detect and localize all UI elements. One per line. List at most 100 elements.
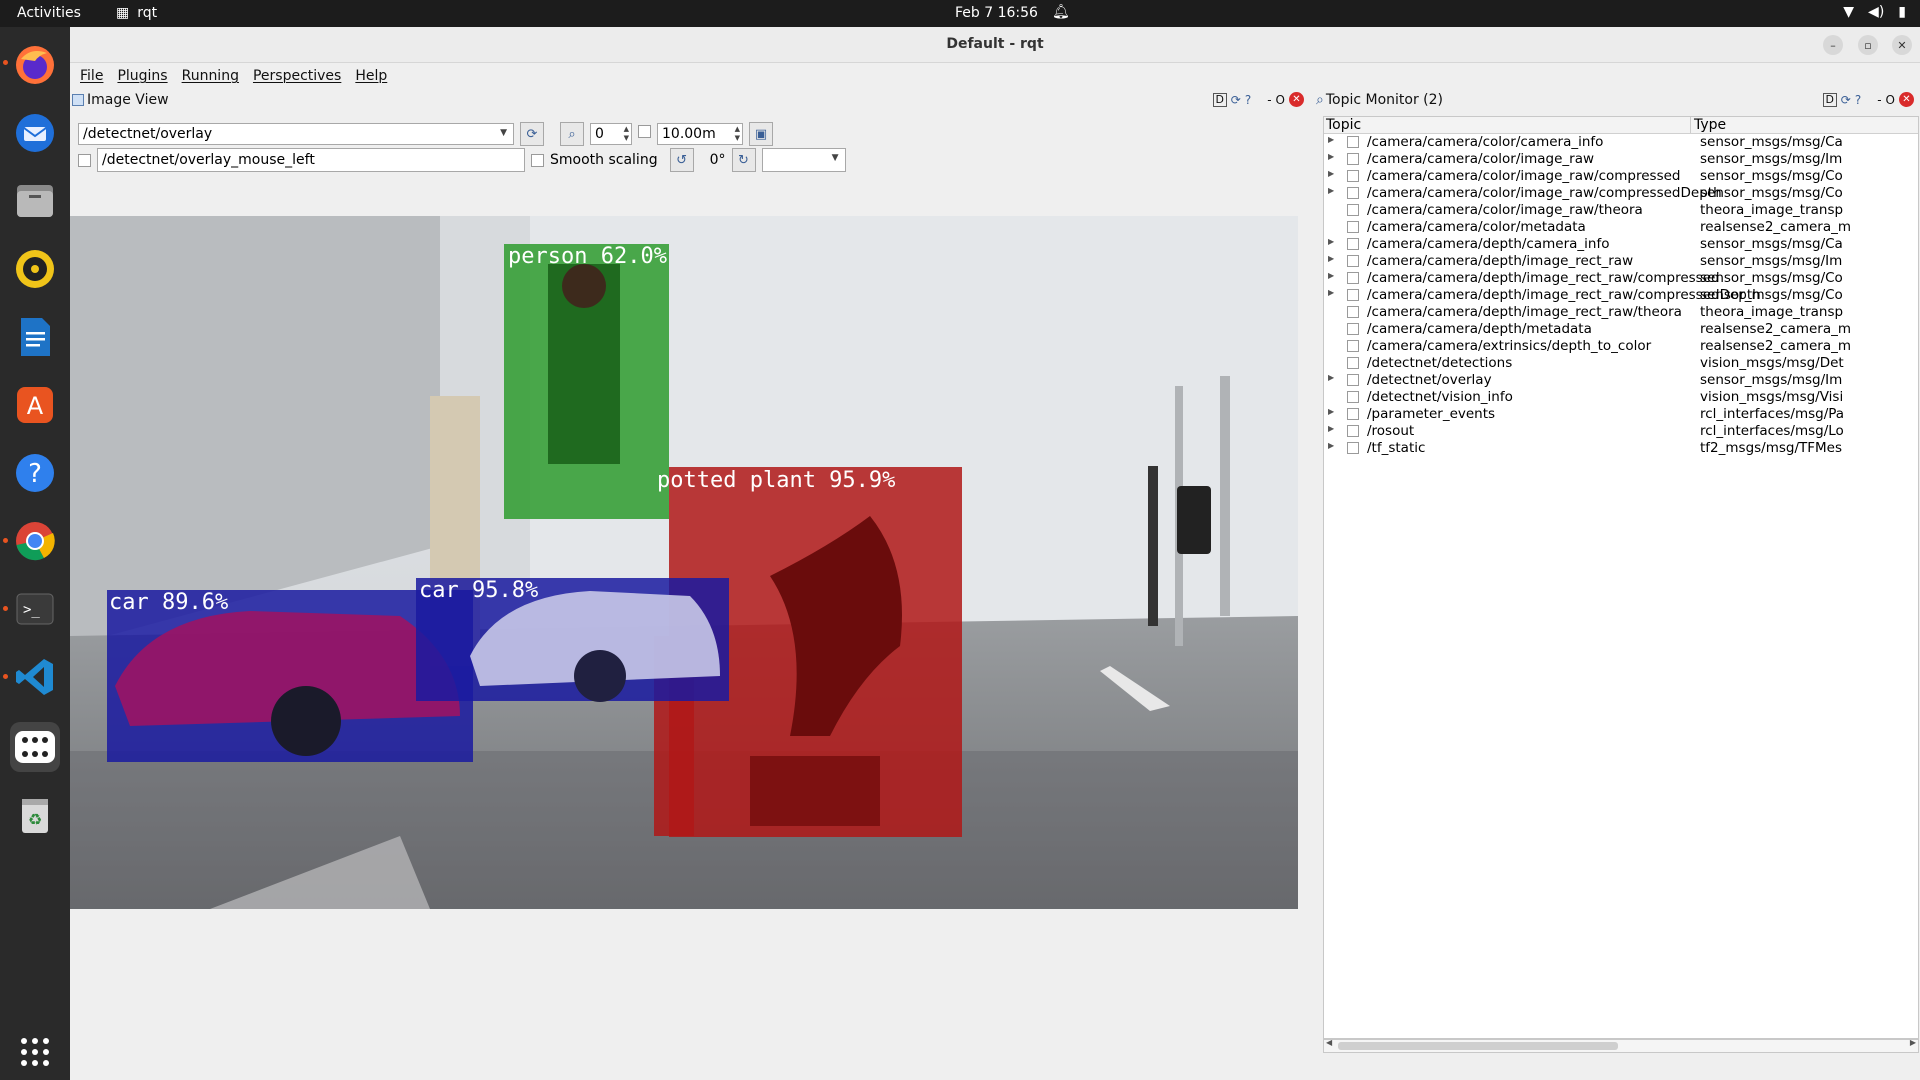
monitor-checkbox[interactable] xyxy=(1347,391,1359,403)
table-row[interactable]: ▶ /camera/camera/depth/camera_info sensor_… xyxy=(1324,236,1918,253)
expand-arrow-icon[interactable]: ▶ xyxy=(1328,237,1334,246)
close-window-button[interactable]: ✕ xyxy=(1892,35,1912,55)
writer-icon[interactable] xyxy=(10,312,60,362)
notification-bell-icon[interactable]: 🔔︎ xyxy=(1052,4,1070,20)
table-row[interactable]: ▶ /detectnet/overlay sensor_msgs/msg/Im xyxy=(1324,372,1918,389)
zoom-fit-button[interactable]: ⌕ xyxy=(560,122,584,146)
monitor-checkbox[interactable] xyxy=(1347,306,1359,318)
expand-arrow-icon[interactable]: ▶ xyxy=(1328,407,1334,416)
expand-arrow-icon[interactable]: ▶ xyxy=(1328,288,1334,297)
close-panel-button[interactable]: ✕ xyxy=(1289,92,1304,107)
menu-help[interactable]: Help xyxy=(355,68,387,84)
horizontal-scrollbar[interactable]: ◀ ▶ xyxy=(1323,1038,1919,1053)
save-image-button[interactable]: ▣ xyxy=(749,122,773,146)
table-row[interactable]: /detectnet/detections vision_msgs/msg/Det xyxy=(1324,355,1918,372)
window-titlebar[interactable]: Default - rqt – ▫ ✕ xyxy=(70,27,1920,63)
expand-arrow-icon[interactable]: ▶ xyxy=(1328,373,1334,382)
terminal-icon[interactable]: >_ xyxy=(10,584,60,634)
help-icon[interactable]: ? xyxy=(10,448,60,498)
table-row[interactable]: /camera/camera/depth/metadata realsense2_… xyxy=(1324,321,1918,338)
table-row[interactable]: ▶ /camera/camera/color/camera_info sensor_… xyxy=(1324,134,1918,151)
menu-file[interactable]: File xyxy=(80,68,103,84)
rotate-left-button[interactable]: ↺ xyxy=(669,148,694,172)
scroll-left-icon[interactable]: ◀ xyxy=(1326,1038,1332,1047)
firefox-icon[interactable] xyxy=(10,40,60,90)
topic-select[interactable]: /detectnet/overlay ▼ xyxy=(78,123,514,145)
scrollbar-thumb[interactable] xyxy=(1338,1042,1618,1050)
expand-arrow-icon[interactable]: ▶ xyxy=(1328,254,1334,263)
monitor-checkbox[interactable] xyxy=(1347,136,1359,148)
topic-table[interactable]: Topic Type ▶ /camera/camera/color/camera_… xyxy=(1323,116,1919,1039)
table-row[interactable]: ▶ /tf_static tf2_msgs/msg/TFMes xyxy=(1324,440,1918,457)
minimize-button[interactable]: – xyxy=(1823,35,1843,55)
reload-icon[interactable]: ⟳ xyxy=(1231,93,1241,107)
column-header-topic[interactable]: Topic xyxy=(1326,117,1361,133)
menu-perspectives[interactable]: Perspectives xyxy=(253,68,341,84)
expand-arrow-icon[interactable]: ▶ xyxy=(1328,424,1334,433)
expand-arrow-icon[interactable]: ▶ xyxy=(1328,169,1334,178)
monitor-checkbox[interactable] xyxy=(1347,153,1359,165)
table-row[interactable]: /camera/camera/color/image_raw/theora the… xyxy=(1324,202,1918,219)
table-row[interactable]: ▶ /camera/camera/depth/image_rect_raw sens… xyxy=(1324,253,1918,270)
monitor-checkbox[interactable] xyxy=(1347,425,1359,437)
files-icon[interactable] xyxy=(10,176,60,226)
thunderbird-icon[interactable] xyxy=(10,108,60,158)
help-small-icon[interactable]: ? xyxy=(1245,93,1251,107)
minimize-panel-button[interactable]: - xyxy=(1877,93,1881,107)
depth-range-checkbox[interactable] xyxy=(638,124,651,138)
monitor-checkbox[interactable] xyxy=(1347,442,1359,454)
table-row[interactable]: ▶ /parameter_events rcl_interfaces/msg/Pa xyxy=(1324,406,1918,423)
mouse-topic-input[interactable]: /detectnet/overlay_mouse_left xyxy=(97,148,525,172)
dock-toggle-button[interactable]: D xyxy=(1212,92,1227,107)
rotate-right-button[interactable]: ↻ xyxy=(731,148,756,172)
minimize-panel-button[interactable]: - xyxy=(1267,93,1271,107)
app-menu[interactable]: ▦ rqt xyxy=(116,5,157,21)
expand-arrow-icon[interactable]: ▶ xyxy=(1328,152,1334,161)
monitor-checkbox[interactable] xyxy=(1347,323,1359,335)
publish-click-checkbox[interactable] xyxy=(78,153,91,167)
scroll-right-icon[interactable]: ▶ xyxy=(1910,1038,1916,1047)
menu-running[interactable]: Running xyxy=(182,68,239,84)
trash-icon[interactable]: ♻ xyxy=(10,790,60,840)
expand-arrow-icon[interactable]: ▶ xyxy=(1328,135,1334,144)
table-row[interactable]: ▶/camera/camera/depth/image_rect_raw/com… xyxy=(1324,287,1918,304)
monitor-checkbox[interactable] xyxy=(1347,272,1359,284)
reload-icon[interactable]: ⟳ xyxy=(1841,93,1851,107)
table-row[interactable]: /camera/camera/color/metadata realsense2_… xyxy=(1324,219,1918,236)
monitor-checkbox[interactable] xyxy=(1347,170,1359,182)
monitor-checkbox[interactable] xyxy=(1347,221,1359,233)
camera-image[interactable]: person 62.0% potted plant 95.9% car 89.6… xyxy=(70,216,1298,909)
system-tray[interactable]: ▼ ◀) ▮ xyxy=(1843,4,1906,20)
table-row[interactable]: ▶ /camera/camera/color/image_raw/compress… xyxy=(1324,185,1918,202)
refresh-topics-button[interactable]: ⟳ xyxy=(520,122,544,146)
show-apps-icon[interactable] xyxy=(10,1027,60,1077)
app-center-icon[interactable]: A xyxy=(10,380,60,430)
monitor-checkbox[interactable] xyxy=(1347,357,1359,369)
table-row[interactable]: ▶ /camera/camera/color/image_raw/compress… xyxy=(1324,168,1918,185)
help-small-icon[interactable]: ? xyxy=(1855,93,1861,107)
table-row[interactable]: ▶/camera/camera/depth/image_rect_raw/com… xyxy=(1324,270,1918,287)
rhythmbox-icon[interactable] xyxy=(10,244,60,294)
float-panel-button[interactable]: O xyxy=(1276,93,1285,107)
chrome-icon[interactable] xyxy=(10,516,60,566)
monitor-checkbox[interactable] xyxy=(1347,340,1359,352)
monitor-checkbox[interactable] xyxy=(1347,238,1359,250)
monitor-checkbox[interactable] xyxy=(1347,408,1359,420)
table-row[interactable]: ▶ /camera/camera/color/image_raw sensor_ms… xyxy=(1324,151,1918,168)
smooth-scaling-checkbox[interactable] xyxy=(531,153,544,167)
table-row[interactable]: /camera/camera/depth/image_rect_raw/theo… xyxy=(1324,304,1918,321)
monitor-checkbox[interactable] xyxy=(1347,187,1359,199)
zoom-spinbox[interactable]: 0 ▲ ▼ xyxy=(590,123,632,145)
dock-toggle-button[interactable]: D xyxy=(1822,92,1837,107)
menu-plugins[interactable]: Plugins xyxy=(117,68,167,84)
expand-arrow-icon[interactable]: ▶ xyxy=(1328,186,1334,195)
activities-button[interactable]: Activities xyxy=(17,5,81,21)
expand-arrow-icon[interactable]: ▶ xyxy=(1328,441,1334,450)
monitor-checkbox[interactable] xyxy=(1347,255,1359,267)
app-grid-icon[interactable] xyxy=(10,722,60,772)
table-row[interactable]: /camera/camera/extrinsics/depth_to_color… xyxy=(1324,338,1918,355)
monitor-checkbox[interactable] xyxy=(1347,374,1359,386)
color-scheme-select[interactable]: ▼ xyxy=(761,148,846,172)
max-range-spinbox[interactable]: 10.00m ▲ ▼ xyxy=(657,123,743,145)
clock[interactable]: Feb 7 16:56 xyxy=(955,5,1038,21)
